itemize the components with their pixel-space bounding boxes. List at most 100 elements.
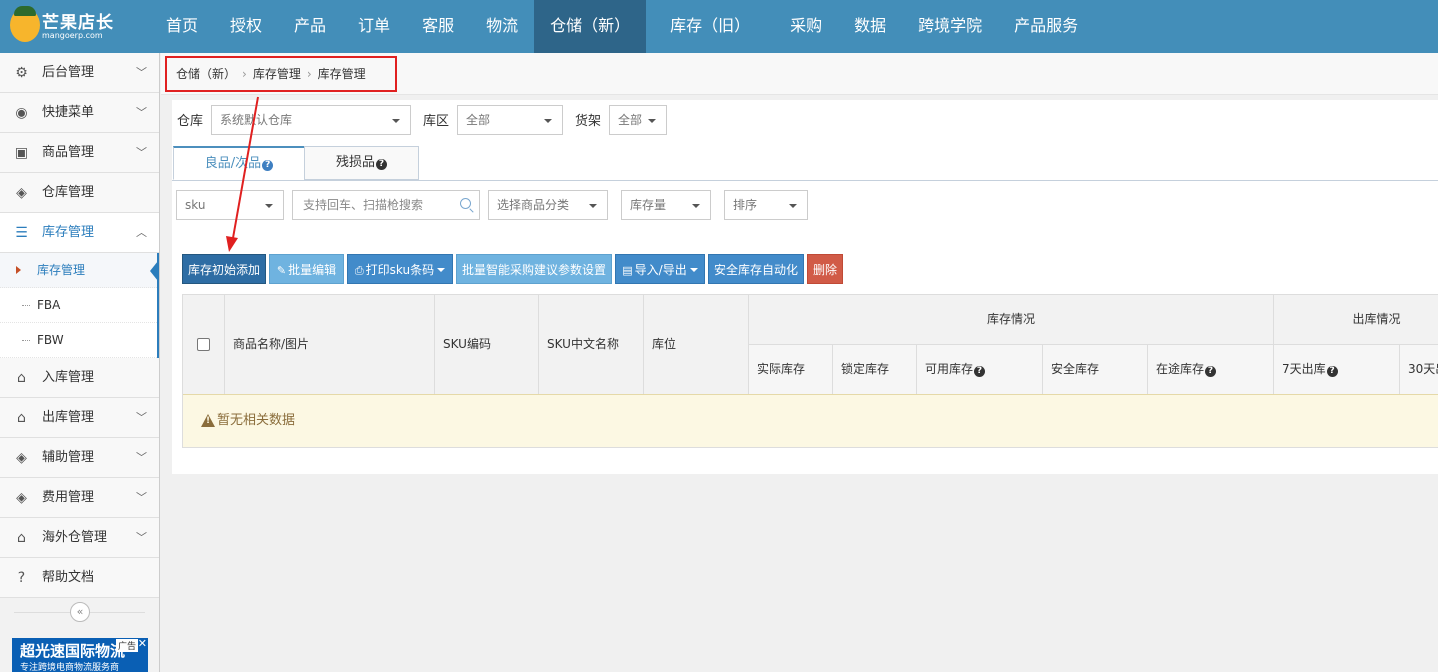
print-sku-button[interactable]: ⎙ 打印sku条码: [347, 254, 453, 284]
tab-good-defective[interactable]: 良品/次品?: [173, 146, 305, 180]
sidebar-item-inventory[interactable]: ☰ 库存管理 ︿: [0, 213, 159, 253]
caret-down-icon: [265, 204, 273, 212]
sidebar-item-inbound[interactable]: ⌂ 入库管理: [0, 358, 159, 398]
category-select[interactable]: 选择商品分类: [488, 190, 608, 220]
nav-data[interactable]: 数据: [838, 0, 902, 53]
file-icon: ▤: [622, 264, 633, 277]
select-value: 全部: [466, 113, 491, 127]
search-icon[interactable]: [460, 198, 471, 209]
app-logo[interactable]: 芒果店长 mangoerp.com: [8, 6, 148, 46]
batch-edit-button[interactable]: ✎ 批量编辑: [269, 254, 344, 284]
sidebar-item-label: 入库管理: [42, 370, 95, 385]
nav-logistics[interactable]: 物流: [470, 0, 534, 53]
delete-button[interactable]: 删除: [807, 254, 843, 284]
nav-auth[interactable]: 授权: [214, 0, 278, 53]
import-export-button[interactable]: ▤ 导入/导出: [615, 254, 705, 284]
collapse-icon[interactable]: «: [70, 602, 90, 622]
submenu-item-fba[interactable]: FBA: [0, 288, 157, 323]
shelf-select[interactable]: 全部: [609, 105, 667, 135]
chevron-right-icon: ›: [306, 67, 312, 81]
question-icon[interactable]: ?: [974, 366, 986, 377]
empty-state: 暂无相关数据: [183, 394, 1438, 447]
search-input[interactable]: 支持回车、扫描枪搜索: [292, 190, 480, 220]
init-stock-add-button[interactable]: 库存初始添加: [182, 254, 266, 284]
nav-product[interactable]: 产品: [278, 0, 342, 53]
caret-down-icon: [392, 119, 400, 127]
question-icon[interactable]: ?: [376, 159, 387, 170]
col-actual-stock: 实际库存: [749, 345, 833, 394]
tab-damaged[interactable]: 残损品?: [304, 146, 419, 180]
nav-academy[interactable]: 跨境学院: [902, 0, 998, 53]
dash-icon: [22, 340, 30, 341]
warehouse-select[interactable]: 系统默认仓库: [211, 105, 411, 135]
sidebar-item-admin[interactable]: ⚙ 后台管理 ﹀: [0, 53, 159, 93]
question-icon[interactable]: ?: [1326, 366, 1338, 377]
sidebar-item-overseas[interactable]: ⌂ 海外仓管理 ﹀: [0, 518, 159, 558]
sidebar-item-warehouse[interactable]: ◈ 仓库管理: [0, 173, 159, 213]
nav-purchase[interactable]: 采购: [774, 0, 838, 53]
smart-purchase-button[interactable]: 批量智能采购建议参数设置: [456, 254, 612, 284]
breadcrumb-bar: 仓储（新） › 库存管理 › 库存管理: [161, 53, 1438, 95]
submenu-item-inventory[interactable]: 库存管理: [0, 253, 158, 288]
ad-title: 超光速国际物流: [20, 642, 126, 660]
question-icon[interactable]: ?: [1205, 366, 1217, 377]
top-navbar: 芒果店长 mangoerp.com 首页 授权 产品 订单 客服 物流 仓储（新…: [0, 0, 1438, 53]
inventory-table: 商品名称/图片 SKU编码 SKU中文名称 库位 库存情况 出库情况 实际库存 …: [182, 294, 1438, 448]
caret-down-icon: [589, 204, 597, 212]
sidebar-item-label: 后台管理: [42, 65, 95, 80]
col-30day-out: 30天出: [1400, 345, 1438, 394]
sidebar-item-auxiliary[interactable]: ◈ 辅助管理 ﹀: [0, 438, 159, 478]
safe-stock-auto-button[interactable]: 安全库存自动化: [708, 254, 804, 284]
nav-home[interactable]: 首页: [150, 0, 214, 53]
select-value: 排序: [733, 198, 758, 212]
sidebar-item-fees[interactable]: ◈ 费用管理 ﹀: [0, 478, 159, 518]
sidebar: ⚙ 后台管理 ﹀ ◉ 快捷菜单 ﹀ ▣ 商品管理 ﹀ ◈ 仓库管理 ☰ 库存管理 ︿ 库存管理 F…: [0, 53, 160, 672]
select-all-checkbox[interactable]: [197, 338, 210, 351]
sort-select[interactable]: 排序: [724, 190, 808, 220]
sidebar-item-goods[interactable]: ▣ 商品管理 ﹀: [0, 133, 159, 173]
dash-icon: [22, 305, 30, 306]
breadcrumb-item[interactable]: 库存管理: [253, 67, 301, 81]
nav-stock-old[interactable]: 库存（旧）: [646, 0, 774, 53]
sidebar-collapse: «: [0, 598, 159, 626]
select-value: sku: [185, 198, 206, 212]
col-transit-stock: 在途库存?: [1148, 345, 1274, 394]
chevron-down-icon: ﹀: [136, 146, 147, 159]
breadcrumb-item[interactable]: 仓储（新）: [176, 67, 236, 81]
main-nav: 首页 授权 产品 订单 客服 物流 仓储（新） 库存（旧） 采购 数据 跨境学院…: [150, 0, 1094, 53]
zone-select[interactable]: 全部: [457, 105, 563, 135]
sidebar-item-shortcuts[interactable]: ◉ 快捷菜单 ﹀: [0, 93, 159, 133]
group-outbound: 出库情况: [1274, 295, 1438, 345]
col-sku-cn-name: SKU中文名称: [539, 295, 644, 394]
cubes-icon: ◈: [16, 490, 27, 506]
sidebar-item-outbound[interactable]: ⌂ 出库管理 ﹀: [0, 398, 159, 438]
stock-select[interactable]: 库存量: [621, 190, 711, 220]
group-stock: 库存情况: [749, 295, 1274, 345]
close-icon[interactable]: ✕: [138, 637, 147, 650]
gear-icon: ⚙: [15, 65, 28, 81]
caret-down-icon: [692, 204, 700, 212]
nav-storage-new[interactable]: 仓储（新）: [534, 0, 647, 53]
breadcrumb: 仓储（新） › 库存管理 › 库存管理: [165, 56, 397, 92]
cubes-icon: ◈: [16, 185, 27, 201]
ad-subtitle: 专注跨境电商物流服务商: [20, 663, 120, 672]
submenu-inventory: 库存管理 FBA FBW: [0, 253, 159, 358]
ad-banner[interactable]: 超光速国际物流 专注跨境电商物流服务商 广告 ✕: [12, 637, 148, 672]
submenu-item-fbw[interactable]: FBW: [0, 323, 157, 358]
nav-product-service[interactable]: 产品服务: [998, 0, 1094, 53]
sidebar-item-help[interactable]: ? 帮助文档: [0, 558, 159, 598]
select-value: 系统默认仓库: [220, 113, 293, 127]
col-safe-stock: 安全库存: [1043, 345, 1148, 394]
question-icon[interactable]: ?: [262, 160, 274, 171]
header-label: 7天出库: [1282, 362, 1326, 376]
nav-service[interactable]: 客服: [406, 0, 470, 53]
print-icon: ⎙: [354, 264, 364, 277]
sidebar-item-label: 帮助文档: [42, 570, 95, 585]
nav-order[interactable]: 订单: [342, 0, 406, 53]
warehouse-label: 仓库: [177, 114, 204, 129]
sku-type-select[interactable]: sku: [176, 190, 284, 220]
caret-down-icon: [437, 268, 446, 276]
warehouse-icon: ⌂: [17, 410, 26, 426]
sidebar-item-label: 海外仓管理: [42, 530, 108, 545]
select-all-header: [183, 295, 225, 394]
